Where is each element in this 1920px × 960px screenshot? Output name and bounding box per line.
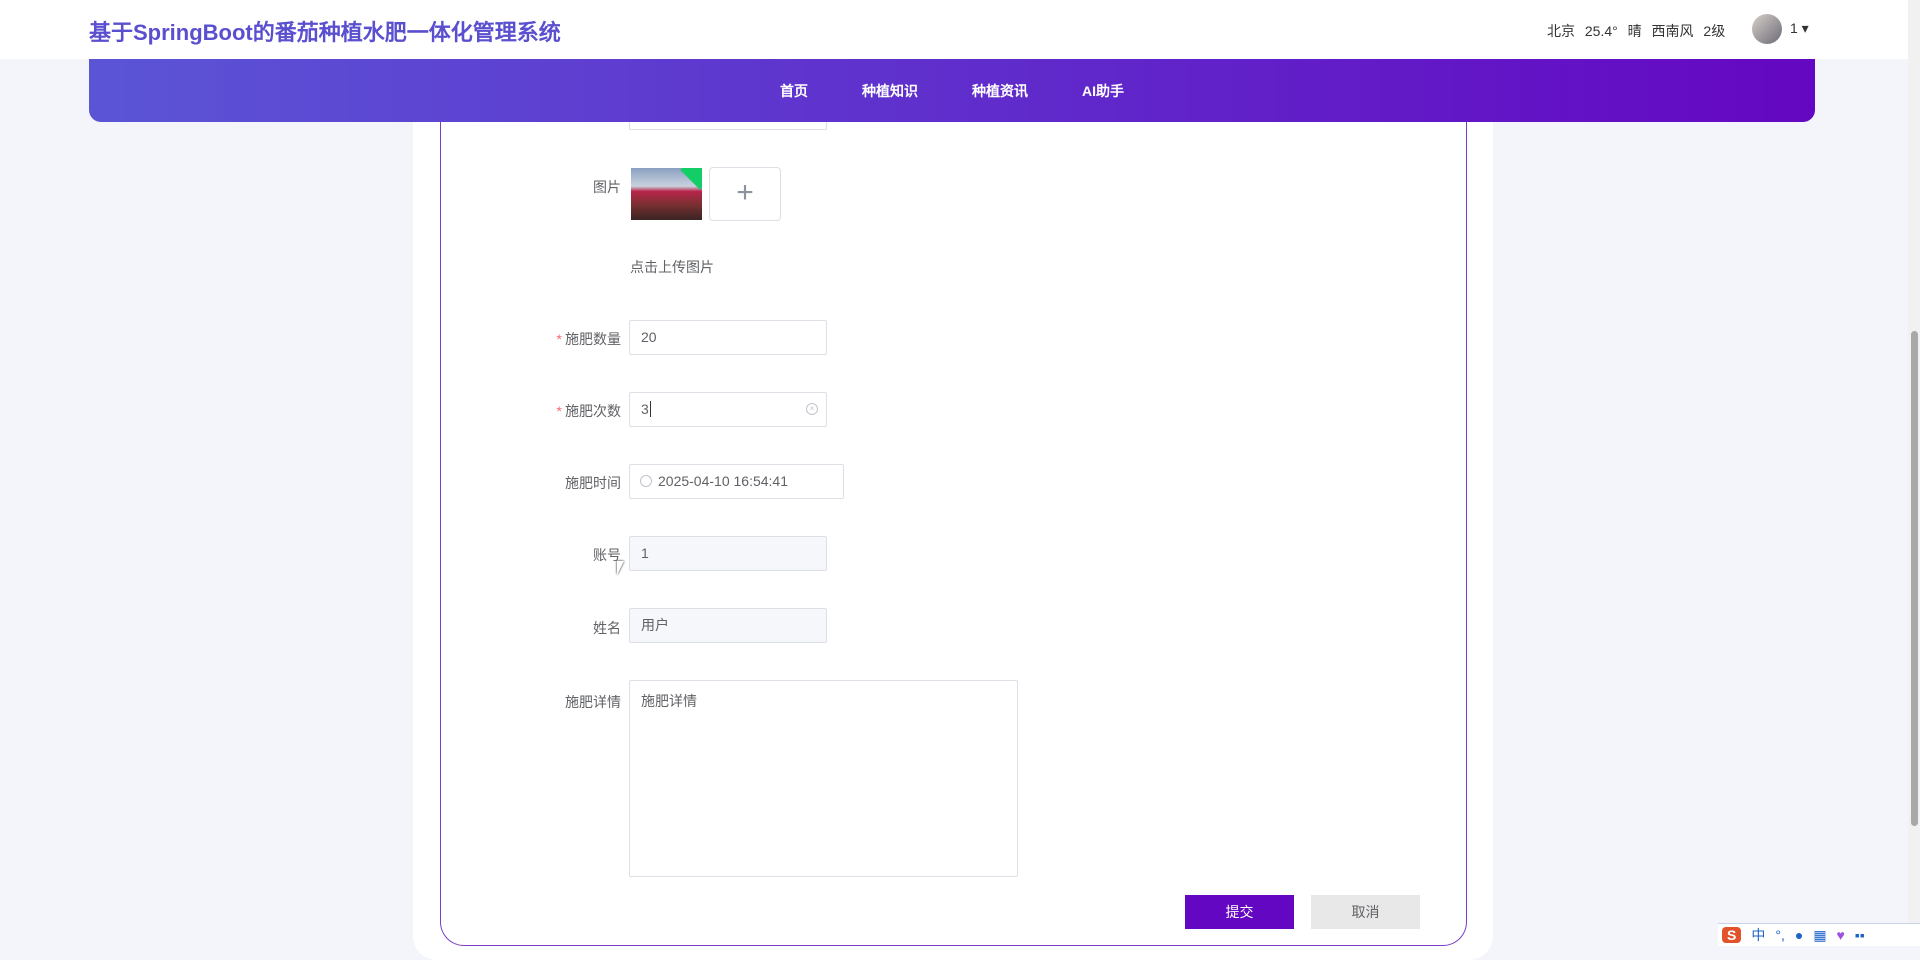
amount-label: * 施肥数量 [556,331,621,347]
account-input: 1 [629,536,827,571]
clock-icon [640,475,652,487]
success-check-icon [680,168,702,190]
upload-button[interactable]: + [709,167,781,221]
weather-info: 北京 25.4° 晴 西南风 2级 [1547,23,1726,39]
mouse-cursor [617,561,624,575]
name-label: 姓名 [593,620,621,636]
amount-input[interactable]: 20 [629,320,827,355]
clear-icon[interactable]: × [806,403,818,415]
apps-icon[interactable]: ▪▪ [1855,927,1865,943]
user-menu[interactable]: 1 ▾ [1790,20,1809,37]
keyboard-icon[interactable]: ▦ [1813,927,1826,944]
ime-punct[interactable]: °, [1775,927,1785,943]
nav-ai[interactable]: AI助手 [1082,81,1124,101]
microphone-icon[interactable]: ● [1795,927,1803,943]
scrollbar-thumb[interactable] [1911,331,1918,826]
count-label: * 施肥次数 [556,403,621,419]
nav-home[interactable]: 首页 [780,81,808,101]
skin-icon[interactable]: ♥ [1837,927,1845,943]
plus-icon: + [736,176,754,209]
avatar[interactable] [1752,14,1782,44]
nav-news[interactable]: 种植资讯 [972,81,1028,101]
ime-toolbar: S 中 °, ● ▦ ♥ ▪▪ [1718,923,1920,946]
sogou-logo-icon[interactable]: S [1722,927,1742,943]
main-nav: 首页 种植知识 种植资讯 AI助手 [89,59,1815,122]
cancel-button[interactable]: 取消 [1311,895,1420,929]
time-picker[interactable]: 2025-04-10 16:54:41 [629,464,844,499]
ime-mode[interactable]: 中 [1751,925,1765,945]
uploaded-image[interactable] [631,168,702,220]
name-input: 用户 [629,608,827,643]
detail-label: 施肥详情 [565,694,621,710]
top-header: 基于SpringBoot的番茄种植水肥一体化管理系统 北京 25.4° 晴 西南… [0,0,1908,59]
count-input[interactable]: 3 × [629,392,827,427]
detail-textarea[interactable]: 施肥详情 [629,680,1018,877]
upload-hint: 点击上传图片 [630,259,714,275]
scrollbar[interactable] [1908,0,1920,946]
app-title: 基于SpringBoot的番茄种植水肥一体化管理系统 [89,20,561,45]
nav-knowledge[interactable]: 种植知识 [862,81,918,101]
time-label: 施肥时间 [565,475,621,491]
image-label: 图片 [593,179,621,195]
submit-button[interactable]: 提交 [1185,895,1294,929]
